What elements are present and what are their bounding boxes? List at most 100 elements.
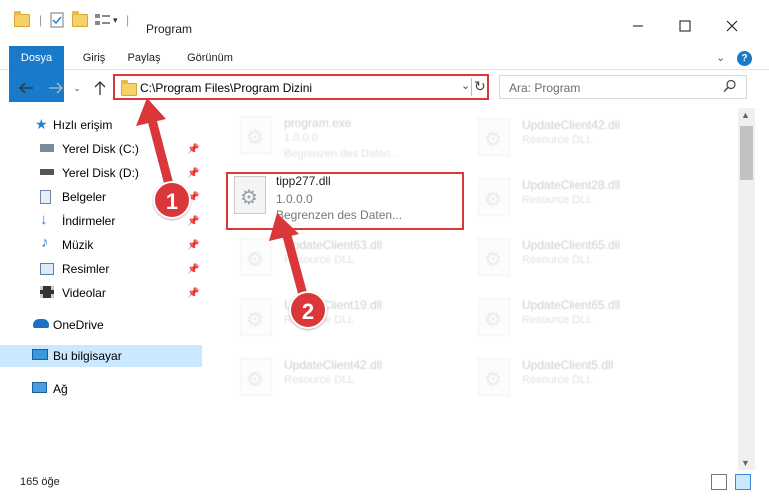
properties-icon[interactable] bbox=[49, 11, 65, 29]
cloud-icon bbox=[33, 319, 49, 328]
nav-item-drive-c[interactable]: Yerel Disk (C:) 📌 bbox=[0, 138, 202, 160]
search-icon[interactable] bbox=[723, 79, 737, 96]
list-item[interactable]: UpdateClient63.dll Resource DLL bbox=[222, 232, 454, 288]
ribbon-tabs: Dosya Giriş Paylaş Görünüm ⌄ ? bbox=[0, 46, 769, 102]
minimize-button[interactable] bbox=[618, 14, 658, 38]
forward-button[interactable] bbox=[46, 78, 66, 98]
separator bbox=[471, 78, 472, 96]
maximize-icon bbox=[679, 20, 691, 32]
nav-item-pictures[interactable]: Resimler 📌 bbox=[0, 258, 202, 280]
dll-file-icon bbox=[478, 178, 510, 216]
file-version: 1.0.0.0 bbox=[276, 192, 313, 206]
file-name: UpdateClient65.dll bbox=[522, 238, 621, 252]
dll-file-icon bbox=[478, 358, 510, 396]
address-path[interactable]: C:\Program Files\Program Dizini bbox=[140, 81, 312, 95]
pin-icon: 📌 bbox=[187, 143, 200, 155]
recent-locations-chevron-icon[interactable]: ⌄ bbox=[67, 78, 87, 98]
refresh-icon[interactable]: ↻ bbox=[474, 78, 486, 95]
file-description: Resource DLL bbox=[284, 374, 355, 386]
separator: | bbox=[126, 13, 130, 27]
nav-label: Resimler bbox=[62, 262, 110, 276]
new-folder-icon[interactable] bbox=[72, 10, 88, 29]
file-name: UpdateClient42.dll bbox=[522, 118, 621, 132]
large-icons-view-icon[interactable] bbox=[735, 474, 751, 490]
list-item[interactable]: UpdateClient28.dll Resource DLL bbox=[460, 172, 692, 228]
highlighted-file-item[interactable]: tipp277.dll 1.0.0.0 Begrenzen des Daten.… bbox=[226, 172, 464, 230]
search-placeholder[interactable]: Ara: Program bbox=[509, 81, 580, 95]
network-icon bbox=[32, 382, 47, 393]
pictures-icon bbox=[40, 263, 54, 275]
help-icon[interactable]: ? bbox=[737, 51, 752, 66]
pin-icon: 📌 bbox=[187, 215, 200, 227]
arrow-left-icon bbox=[19, 82, 33, 94]
step-1-badge: 1 bbox=[153, 181, 191, 219]
tab-home[interactable]: Giriş bbox=[72, 46, 116, 70]
minimize-icon bbox=[633, 25, 643, 27]
nav-network[interactable]: Ağ bbox=[0, 378, 202, 400]
scroll-down-arrow-icon[interactable]: ▼ bbox=[741, 458, 750, 468]
list-item[interactable]: program.exe 1.0.0.0 Begrenzen des Daten.… bbox=[222, 110, 454, 166]
list-item[interactable]: UpdateClient65.dll Resource DLL bbox=[460, 292, 692, 348]
search-box[interactable]: Ara: Program bbox=[499, 75, 747, 99]
nav-quick-access[interactable]: ★ Hızlı erişim bbox=[0, 114, 202, 136]
nav-label: Hızlı erişim bbox=[53, 118, 113, 132]
dll-file-icon bbox=[478, 238, 510, 276]
vertical-scrollbar[interactable]: ▲ ▼ bbox=[738, 108, 755, 470]
list-item[interactable]: UpdateClient5.dll Resource DLL bbox=[460, 352, 692, 408]
folder-icon bbox=[14, 10, 30, 29]
file-name: tipp277.dll bbox=[276, 174, 331, 188]
file-name: UpdateClient42.dll bbox=[284, 358, 383, 372]
drive-icon bbox=[40, 169, 54, 175]
tab-share[interactable]: Paylaş bbox=[121, 46, 167, 70]
close-icon bbox=[726, 20, 738, 32]
drive-icon bbox=[40, 144, 54, 152]
pin-icon: 📌 bbox=[187, 167, 200, 179]
nav-label: Ağ bbox=[53, 382, 68, 396]
nav-item-music[interactable]: ♪ Müzik 📌 bbox=[0, 234, 202, 256]
file-description: Resource DLL bbox=[284, 254, 355, 266]
nav-label: OneDrive bbox=[53, 318, 104, 332]
scrollbar-thumb[interactable] bbox=[740, 126, 753, 180]
pin-icon: 📌 bbox=[187, 239, 200, 251]
star-icon: ★ bbox=[35, 116, 48, 132]
scroll-up-arrow-icon[interactable]: ▲ bbox=[741, 110, 750, 120]
dll-file-icon bbox=[478, 118, 510, 156]
list-item[interactable]: UpdateClient19.dll Resource DLL bbox=[222, 292, 454, 348]
download-icon: ↓ bbox=[40, 211, 48, 228]
customize-toolbar-chevron-icon[interactable]: ▾ bbox=[113, 11, 118, 29]
nav-item-videos[interactable]: Videolar 📌 bbox=[0, 282, 202, 304]
list-item[interactable]: UpdateClient42.dll Resource DLL bbox=[222, 352, 454, 408]
view-options-icon[interactable] bbox=[94, 11, 112, 29]
address-dropdown-chevron-icon[interactable]: ⌄ bbox=[461, 79, 470, 92]
file-description: Resource DLL bbox=[522, 314, 593, 326]
dll-file-icon bbox=[478, 298, 510, 336]
nav-onedrive[interactable]: OneDrive bbox=[0, 314, 202, 336]
window-title: Program bbox=[146, 22, 193, 36]
file-description: Begrenzen des Daten... bbox=[284, 148, 400, 160]
back-button[interactable] bbox=[16, 78, 36, 98]
address-bar[interactable]: C:\Program Files\Program Dizini ⌄ ↻ bbox=[113, 74, 489, 100]
nav-label: Bu bilgisayar bbox=[53, 349, 122, 363]
expand-ribbon-chevron-icon[interactable]: ⌄ bbox=[716, 51, 725, 64]
file-list: program.exe 1.0.0.0 Begrenzen des Daten.… bbox=[212, 108, 738, 470]
file-description: Resource DLL bbox=[522, 254, 593, 266]
list-item[interactable]: UpdateClient65.dll Resource DLL bbox=[460, 232, 692, 288]
file-description: Begrenzen des Daten... bbox=[276, 208, 403, 222]
details-view-icon[interactable] bbox=[711, 474, 727, 490]
list-item[interactable]: UpdateClient42.dll Resource DLL bbox=[460, 112, 692, 168]
list-item[interactable]: tipp277.dll 1.0.0.0 Begrenzen des Daten.… bbox=[216, 172, 448, 228]
up-button[interactable] bbox=[90, 78, 110, 98]
navigation-pane: ★ Hızlı erişim Yerel Disk (C:) 📌 Yerel D… bbox=[0, 108, 203, 470]
nav-this-pc[interactable]: Bu bilgisayar bbox=[0, 345, 202, 367]
exe-file-icon bbox=[240, 116, 272, 154]
nav-label: Videolar bbox=[62, 286, 106, 300]
arrow-up-icon bbox=[94, 81, 106, 95]
close-button[interactable] bbox=[712, 14, 752, 38]
nav-label: Yerel Disk (D:) bbox=[62, 166, 139, 180]
maximize-button[interactable] bbox=[665, 14, 705, 38]
tab-view[interactable]: Görünüm bbox=[180, 46, 240, 70]
nav-label: Müzik bbox=[62, 238, 94, 252]
file-version: 1.0.0.0 bbox=[284, 132, 318, 144]
separator: | bbox=[39, 13, 43, 27]
dll-file-icon bbox=[240, 298, 272, 336]
